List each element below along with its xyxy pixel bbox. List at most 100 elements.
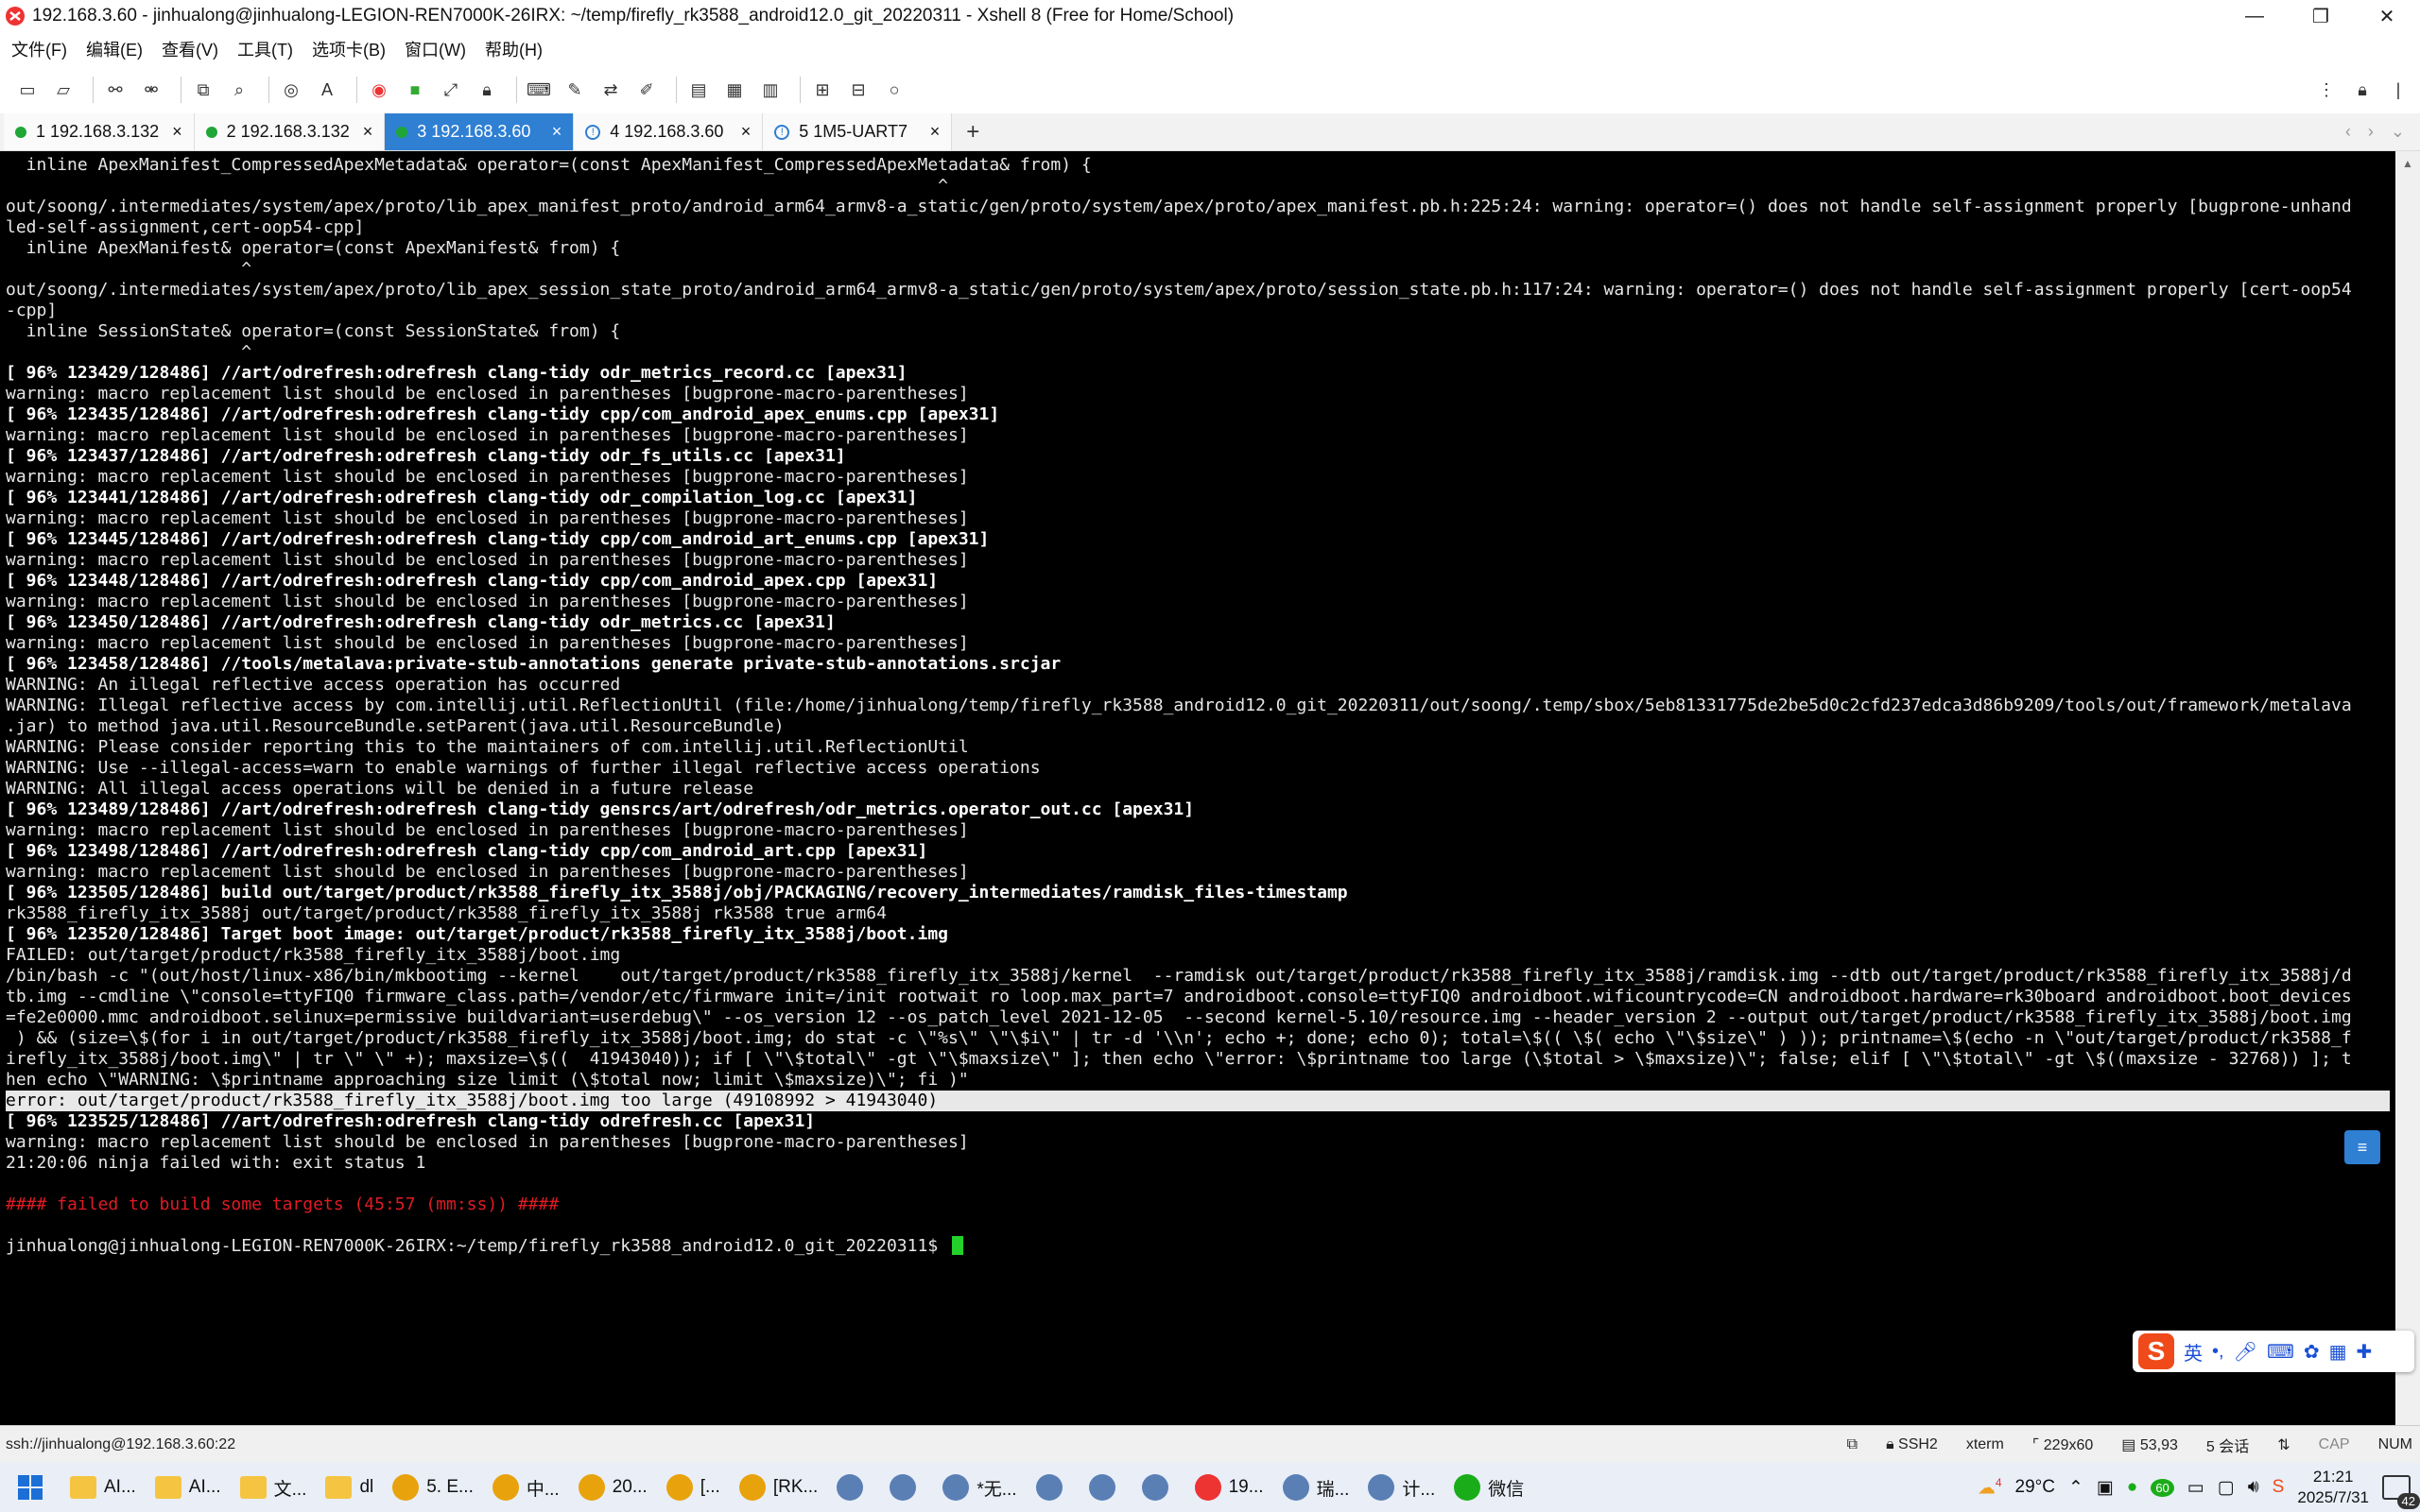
taskbar-item[interactable] [827, 1463, 880, 1512]
settings-icon[interactable]: ✚ [2357, 1340, 2373, 1364]
more-icon[interactable]: ⋮ [2312, 76, 2341, 104]
fullscreen-icon[interactable]: ⤢ [437, 76, 465, 104]
xshell-green-icon[interactable]: ■ [401, 76, 429, 104]
taskbar-item[interactable]: 中... [483, 1463, 569, 1512]
taskbar-item[interactable]: *无... [933, 1463, 1026, 1512]
taskbar-item[interactable]: 瑞... [1273, 1463, 1359, 1512]
keyboard-icon[interactable]: ⌨ [525, 76, 553, 104]
chevron-left-icon[interactable]: ‹ [2345, 122, 2351, 142]
script-icon[interactable]: ✎ [561, 76, 589, 104]
layout-icon[interactable]: ⊟ [844, 76, 873, 104]
start-button[interactable] [0, 1463, 60, 1512]
terminal-line: WARNING: Please consider reporting this … [6, 737, 969, 757]
tray-app-icon[interactable]: ▣ [2097, 1477, 2114, 1499]
volume-icon[interactable]: 🔊︎ [2248, 1477, 2259, 1498]
punctuation-icon[interactable]: •, [2212, 1341, 2224, 1363]
menu-view[interactable]: 查看(V) [162, 37, 218, 61]
tab-session-4[interactable]: ! 4 192.168.3.60 × [574, 113, 764, 150]
close-icon[interactable]: × [741, 122, 752, 142]
chevron-down-icon[interactable]: ⌄ [2391, 122, 2405, 142]
taskbar-item[interactable]: 文... [231, 1463, 317, 1512]
close-icon[interactable]: × [930, 122, 941, 142]
tab-session-2[interactable]: 2 192.168.3.132 × [194, 113, 386, 150]
font-icon[interactable]: A [313, 76, 341, 104]
xftp-icon[interactable]: ◉ [365, 76, 393, 104]
taskbar-item[interactable]: 19... [1185, 1463, 1273, 1512]
battery-icon[interactable]: ▭ [2187, 1477, 2204, 1499]
lock-icon[interactable]: 🔒︎ [473, 76, 501, 104]
skin-icon[interactable]: ✿ [2304, 1340, 2320, 1364]
close-icon[interactable]: × [172, 122, 182, 142]
tab-session-1[interactable]: 1 192.168.3.132 × [4, 113, 195, 150]
taskbar-item[interactable] [1027, 1463, 1080, 1512]
taskbar-item[interactable]: 计... [1358, 1463, 1444, 1512]
tab-session-3[interactable]: 3 192.168.3.60 × [385, 113, 575, 150]
menu-tools[interactable]: 工具(T) [237, 37, 293, 61]
copy-status-icon[interactable]: ⧉ [1847, 1436, 1858, 1453]
taskbar-item[interactable] [880, 1463, 933, 1512]
taskbar-item[interactable]: [... [657, 1463, 730, 1512]
disconnect-icon[interactable]: ⚮ [137, 76, 165, 104]
taskbar-item[interactable]: AI... [60, 1463, 146, 1512]
keyboard-icon[interactable]: ⌨ [2267, 1340, 2294, 1364]
tab-session-5[interactable]: ! 5 1M5-UART7 × [763, 113, 953, 150]
taskbar-item[interactable]: dl [316, 1463, 383, 1512]
taskbar-item[interactable]: 微信 [1444, 1463, 1533, 1512]
session-count[interactable]: 5 会话 [2206, 1434, 2249, 1456]
weather-icon[interactable]: ☁4 [1978, 1476, 2002, 1499]
sogou-logo-icon[interactable]: S [2138, 1333, 2174, 1369]
wechat-tray-icon[interactable]: ● [2127, 1477, 2137, 1498]
ime-mode-toggle[interactable]: 英 [2184, 1338, 2203, 1366]
side-panel-toggle-icon[interactable]: ≡ [2344, 1130, 2380, 1164]
network-icon[interactable]: ▢ [2218, 1477, 2235, 1499]
taskbar-item[interactable]: 5. E... [383, 1463, 483, 1512]
maximize-button[interactable]: ❐ [2288, 0, 2354, 32]
log-icon[interactable]: ▦ [720, 76, 749, 104]
grid-icon[interactable]: ▦ [2329, 1340, 2347, 1364]
notes-icon[interactable]: ▥ [756, 76, 785, 104]
add-tab-button[interactable]: + [952, 113, 994, 150]
taskbar-item[interactable]: AI... [146, 1463, 231, 1512]
taskbar-item[interactable]: 20... [569, 1463, 657, 1512]
close-icon[interactable]: × [552, 122, 562, 142]
microphone-icon[interactable]: 🎤︎ [2234, 1340, 2257, 1364]
edit-icon[interactable]: ✐ [632, 76, 661, 104]
menu-tabs[interactable]: 选项卡(B) [312, 37, 386, 61]
taskbar-item[interactable]: [RK... [730, 1463, 828, 1512]
chat-icon[interactable]: ○ [880, 76, 908, 104]
clock[interactable]: 21:21 2025/7/31 [2297, 1467, 2369, 1508]
globe-icon[interactable]: ◎ [277, 76, 305, 104]
ime-tray-icon[interactable]: S [2273, 1477, 2285, 1498]
close-button[interactable]: ✕ [2354, 0, 2420, 32]
new-session-icon[interactable]: ▭ [13, 76, 42, 104]
scroll-up-icon[interactable]: ▲ [2395, 151, 2420, 176]
menu-edit[interactable]: 编辑(E) [86, 37, 143, 61]
padlock-icon[interactable]: 🔒︎ [2348, 76, 2377, 104]
tab-label: 4 192.168.3.60 [610, 122, 724, 141]
terminal-scrollbar[interactable]: ▲ [2395, 151, 2420, 1512]
search-icon[interactable]: ⌕ [225, 76, 253, 104]
terminal-output[interactable]: inline ApexManifest_CompressedApexMetada… [0, 151, 2395, 1425]
menu-file[interactable]: 文件(F) [11, 37, 67, 61]
tray-badge-icon[interactable]: 60 [2151, 1478, 2174, 1497]
compose-icon[interactable]: ▤ [684, 76, 713, 104]
copy-icon[interactable]: ⧉ [189, 76, 217, 104]
transfer-icon[interactable]: ⇄ [596, 76, 625, 104]
menu-window[interactable]: 窗口(W) [405, 37, 466, 61]
weather-temp[interactable]: 29°C [2015, 1477, 2055, 1498]
chevron-right-icon[interactable]: › [2368, 122, 2374, 142]
taskbar-item[interactable] [1132, 1463, 1185, 1512]
notification-icon[interactable]: 42 [2382, 1475, 2420, 1509]
windows-taskbar: AI... AI... 文... dl 5. E... 中... 20... [... [RK.… [0, 1463, 2420, 1512]
chevron-up-icon[interactable]: ⌃ [2068, 1477, 2083, 1499]
new-tab-icon[interactable]: ⊞ [808, 76, 837, 104]
menu-help[interactable]: 帮助(H) [485, 37, 543, 61]
open-folder-icon[interactable]: ▱ [49, 76, 78, 104]
upload-download-icon[interactable]: ⇅ [2277, 1435, 2290, 1454]
taskbar-item[interactable] [1080, 1463, 1132, 1512]
xshell-icon [1194, 1474, 1221, 1501]
minimize-button[interactable]: — [2221, 0, 2288, 32]
scroll-icon[interactable]: | [2384, 76, 2412, 104]
close-icon[interactable]: × [363, 122, 373, 142]
connect-icon[interactable]: ⚯ [101, 76, 130, 104]
